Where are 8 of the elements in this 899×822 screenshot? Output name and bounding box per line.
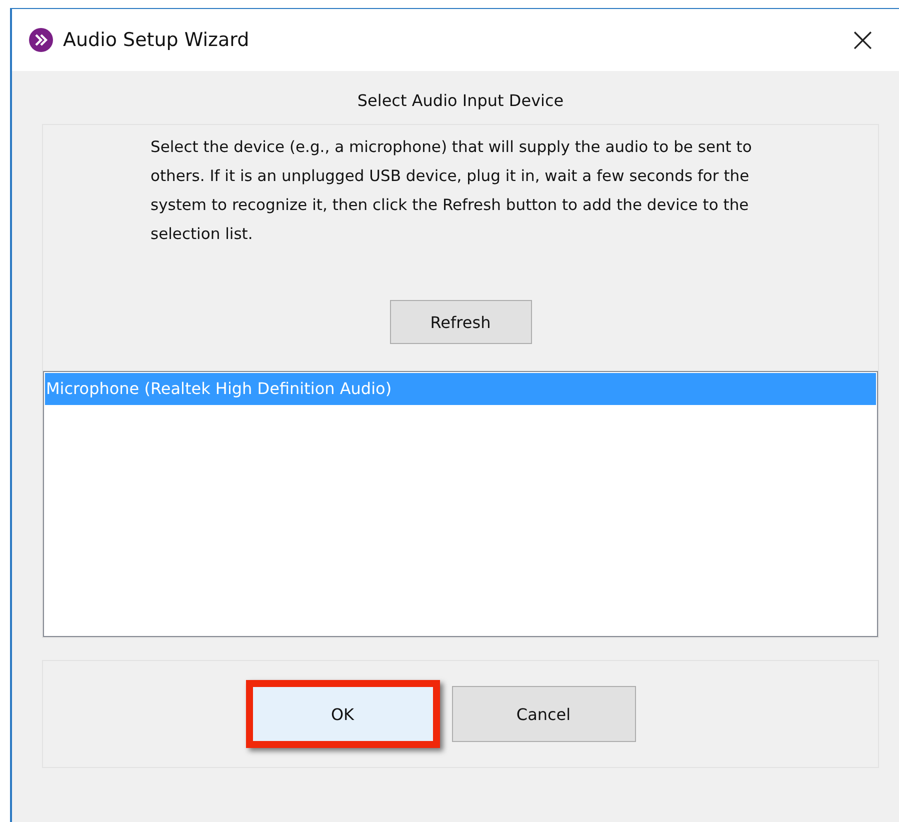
app-logo-icon: [29, 28, 53, 52]
instructions-text: Select the device (e.g., a microphone) that will supply the audio to be sent to others. If it is an unplugged USB device, plug it in, wait a few seconds for the system to recognize it, then click the Refresh button to add the device to the selection list.: [150, 137, 753, 245]
close-button[interactable]: ×: [842, 23, 883, 57]
dialog-button[interactable]: Cancel: [452, 686, 636, 742]
dialog-button[interactable]: OK: [246, 680, 440, 748]
step-heading: Select Audio Input Device: [356, 91, 565, 110]
refresh-button[interactable]: Refresh: [390, 300, 532, 344]
window-title: Audio Setup Wizard: [63, 29, 250, 51]
